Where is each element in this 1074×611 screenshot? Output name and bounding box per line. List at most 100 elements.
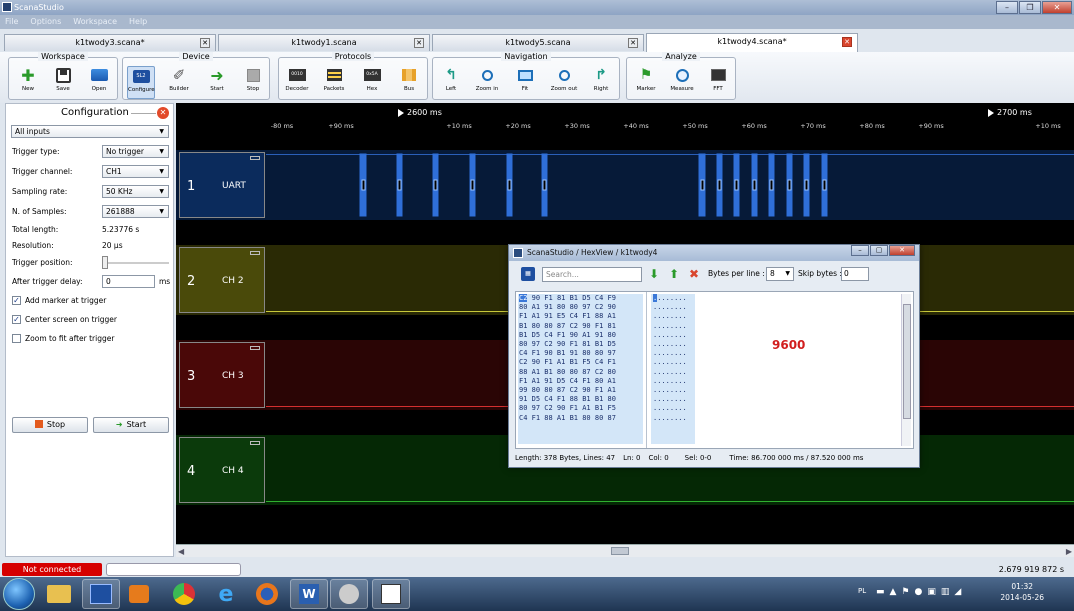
arrow-up-icon[interactable]: ⬆	[667, 267, 681, 281]
bus-button[interactable]: Bus	[395, 66, 423, 99]
maximize-button[interactable]: ❐	[1019, 1, 1041, 14]
fft-button[interactable]: FFT	[704, 66, 732, 99]
checkbox-checked[interactable]: ✓	[12, 296, 21, 305]
open-button[interactable]: Open	[85, 66, 113, 99]
horizontal-scrollbar[interactable]: ◀ ▶	[176, 544, 1074, 557]
menu-workspace[interactable]: Workspace	[73, 15, 117, 29]
ascii-row[interactable]: ........	[653, 331, 695, 340]
decoder-button[interactable]: 0010 Decoder	[283, 66, 311, 99]
ascii-row[interactable]: ........	[653, 358, 695, 367]
zoom-out-button[interactable]: Zoom out	[550, 66, 578, 99]
vertical-scrollbar[interactable]	[901, 294, 911, 446]
hex-row[interactable]: B1 D5 C4 F1 90 A1 91 80	[519, 331, 643, 340]
inputs-select[interactable]: All inputs ▼	[11, 125, 169, 138]
minimize-button[interactable]: –	[851, 245, 869, 256]
minimize-button[interactable]: –	[996, 1, 1018, 14]
ascii-column[interactable]: ........................................…	[651, 294, 695, 444]
ascii-row[interactable]: ........	[653, 404, 695, 413]
channel-collapse-icon[interactable]	[250, 251, 260, 255]
ascii-row[interactable]: ........	[653, 414, 695, 423]
scanastudio-task-2[interactable]	[372, 579, 410, 609]
hex-row[interactable]: C2 90 F1 A1 B1 F5 C4 F1	[519, 358, 643, 367]
close-button[interactable]: ✕	[1042, 1, 1072, 14]
after-delay-input[interactable]: 0	[102, 275, 155, 288]
add-marker-checkbox[interactable]: ✓ Add marker at trigger	[12, 295, 106, 306]
start-button[interactable]: ➜ Start	[203, 66, 231, 99]
scanastudio-task[interactable]	[82, 579, 120, 609]
ascii-row[interactable]: ........	[653, 368, 695, 377]
word-task[interactable]: W	[290, 579, 328, 609]
hex-button[interactable]: 0x5A Hex	[358, 66, 386, 99]
ascii-row[interactable]: ........	[653, 322, 695, 331]
checkbox-checked[interactable]: ✓	[12, 315, 21, 324]
menu-help[interactable]: Help	[129, 15, 147, 29]
chrome-task[interactable]	[165, 579, 203, 609]
hex-row[interactable]: 99 80 80 87 C2 90 F1 A1	[519, 386, 643, 395]
channel-label-3[interactable]: 3 CH 3	[179, 342, 265, 408]
hex-row[interactable]: 80 97 C2 90 F1 A1 B1 F5	[519, 404, 643, 413]
explorer-task[interactable]	[40, 579, 78, 609]
hex-row[interactable]: C2 90 F1 81 B1 D5 C4 F9	[519, 294, 643, 303]
hex-row[interactable]: 91 D5 C4 F1 88 B1 B1 80	[519, 395, 643, 404]
ascii-row[interactable]: ........	[653, 312, 695, 321]
config-start-button[interactable]: ➜ Start	[93, 417, 169, 433]
selected-char[interactable]: .	[653, 294, 658, 302]
trigger-type-select[interactable]: No trigger ▼	[102, 145, 169, 158]
checkbox-unchecked[interactable]	[12, 334, 21, 343]
ascii-row[interactable]: ........	[653, 395, 695, 404]
hex-row[interactable]: C4 F1 88 A1 B1 80 80 87	[519, 414, 643, 423]
arrow-down-icon[interactable]: ⬇	[647, 267, 661, 281]
close-button[interactable]: ✕	[889, 245, 915, 256]
scrollbar-thumb[interactable]	[903, 304, 911, 419]
clear-icon[interactable]: ✖	[687, 267, 701, 281]
paint-task[interactable]	[330, 579, 368, 609]
sampling-rate-select[interactable]: 50 KHz ▼	[102, 185, 169, 198]
tab-close-icon[interactable]: ✕	[414, 38, 424, 48]
config-stop-button[interactable]: Stop	[12, 417, 88, 433]
fit-button[interactable]: Fit	[511, 66, 539, 99]
channel-lane-1[interactable]: 1 UART	[176, 150, 1074, 220]
zoom-in-button[interactable]: Zoom in	[473, 66, 501, 99]
channel-collapse-icon[interactable]	[250, 441, 260, 445]
selected-byte[interactable]: C2	[519, 294, 528, 302]
menu-file[interactable]: File	[5, 15, 18, 29]
hex-row[interactable]: F1 A1 91 D5 C4 F1 80 A1	[519, 377, 643, 386]
hex-row[interactable]: 88 A1 B1 80 80 87 C2 80	[519, 368, 643, 377]
configure-button[interactable]: SL2 Configure	[127, 66, 155, 99]
hex-bytes-column[interactable]: C2 90 F1 81 B1 D5 C4 F9 80 A1 91 80 80 97…	[518, 294, 643, 444]
packets-button[interactable]: Packets	[320, 66, 348, 99]
close-config-icon[interactable]: ✕	[157, 107, 169, 119]
scrollbar-thumb[interactable]	[611, 547, 629, 555]
tab-k1twody4[interactable]: k1twody4.scana* ✕	[646, 33, 858, 52]
center-screen-checkbox[interactable]: ✓ Center screen on trigger	[12, 314, 117, 325]
measure-button[interactable]: Measure	[668, 66, 696, 99]
save-button[interactable]: Save	[49, 66, 77, 99]
tab-k1twody5[interactable]: k1twody5.scana ✕	[432, 34, 644, 51]
marker-button[interactable]: ⚑ Marker	[632, 66, 660, 99]
ascii-row[interactable]: ........	[653, 386, 695, 395]
scroll-right-icon[interactable]: ▶	[1066, 547, 1072, 556]
hexview-window[interactable]: ScanaStudio / HexView / k1twody4 – ▢ ✕ ▦…	[508, 244, 920, 468]
media-task[interactable]	[120, 579, 158, 609]
maximize-button[interactable]: ▢	[870, 245, 888, 256]
hex-dump[interactable]: C2 90 F1 81 B1 D5 C4 F9 80 A1 91 80 80 97…	[515, 291, 914, 449]
hex-row[interactable]: 80 97 C2 90 F1 81 B1 D5	[519, 340, 643, 349]
tab-k1twody1[interactable]: k1twody1.scana ✕	[218, 34, 430, 51]
tab-close-icon[interactable]: ✕	[842, 37, 852, 47]
clock[interactable]: 01:32 2014-05-26	[1000, 581, 1044, 603]
hex-row[interactable]: B1 80 80 87 C2 90 F1 81	[519, 322, 643, 331]
ascii-row[interactable]: ........	[653, 377, 695, 386]
trigger-position-slider[interactable]	[102, 256, 108, 269]
start-button[interactable]	[3, 578, 35, 610]
ascii-row[interactable]: ........	[653, 303, 695, 312]
stop-button[interactable]: Stop	[239, 66, 267, 99]
tab-close-icon[interactable]: ✕	[628, 38, 638, 48]
channel-label-4[interactable]: 4 CH 4	[179, 437, 265, 503]
trigger-channel-select[interactable]: CH1 ▼	[102, 165, 169, 178]
channel-label-2[interactable]: 2 CH 2	[179, 247, 265, 313]
hexview-title-bar[interactable]: ScanaStudio / HexView / k1twody4 – ▢ ✕	[509, 245, 919, 261]
tab-close-icon[interactable]: ✕	[200, 38, 210, 48]
firefox-task[interactable]	[248, 579, 286, 609]
new-button[interactable]: ✚ New	[14, 66, 42, 99]
menu-options[interactable]: Options	[30, 15, 61, 29]
